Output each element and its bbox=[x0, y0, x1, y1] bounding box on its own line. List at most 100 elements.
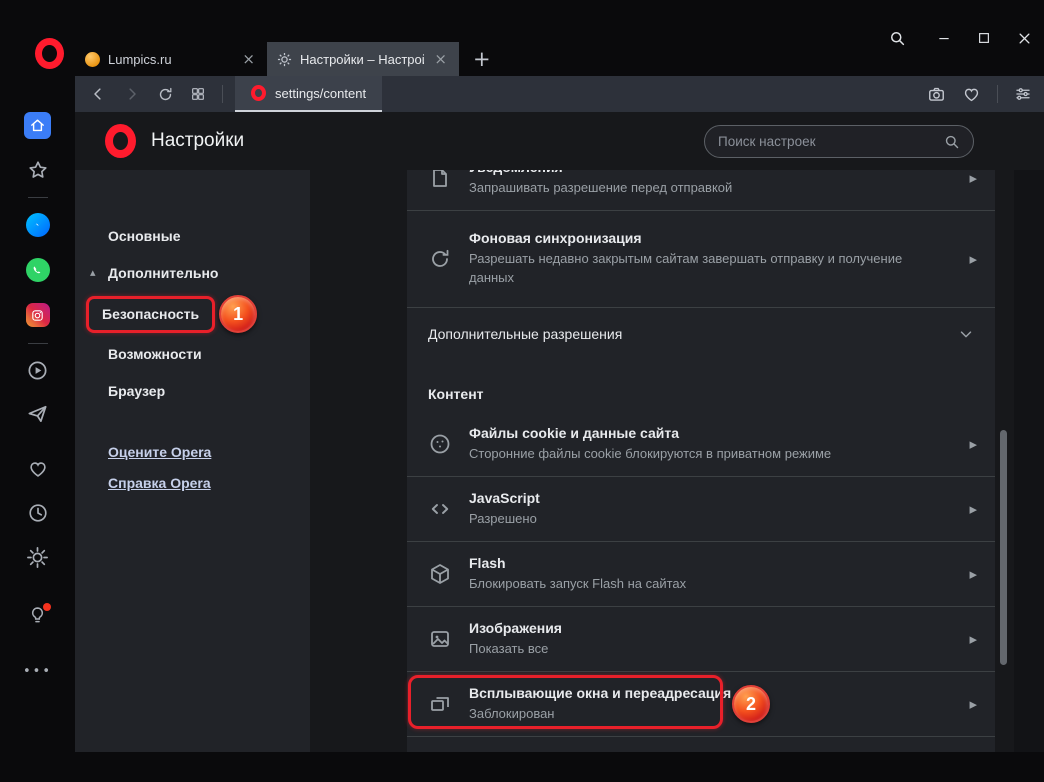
cookie-icon bbox=[428, 432, 452, 456]
lumpics-favicon-icon bbox=[85, 51, 100, 67]
nav-item-label: Возможности bbox=[108, 346, 202, 362]
nav-item-label: Браузер bbox=[108, 383, 166, 399]
row-advanced-permissions[interactable]: Дополнительные разрешения bbox=[407, 308, 995, 360]
tab-label: Настройки – Настройки са bbox=[300, 51, 424, 67]
star-icon bbox=[28, 161, 47, 178]
settings-row-background-sync[interactable]: Фоновая синхронизация Разрешать недавно … bbox=[407, 211, 995, 308]
settings-search[interactable] bbox=[704, 124, 974, 158]
sidebar-item-player[interactable] bbox=[26, 359, 49, 382]
row-title: JavaScript bbox=[469, 489, 540, 506]
clock-icon bbox=[28, 504, 47, 522]
row-subtitle: Блокировать запуск Flash на сайтах bbox=[469, 575, 687, 591]
row-title: Всплывающие окна и переадресация bbox=[469, 684, 732, 701]
nav-item-advanced[interactable]: ▴ Дополнительно bbox=[75, 255, 310, 292]
messenger-icon bbox=[33, 221, 42, 227]
nav-item-browser[interactable]: Браузер bbox=[75, 373, 310, 410]
close-button[interactable] bbox=[1004, 31, 1044, 46]
link-help-opera[interactable]: Справка Opera bbox=[108, 475, 310, 491]
url-chip[interactable]: settings/content bbox=[235, 76, 383, 112]
tab-close-icon[interactable]: × bbox=[240, 50, 257, 68]
chevron-right-icon: ▸ bbox=[969, 630, 977, 648]
row-subtitle: Показать все bbox=[469, 640, 549, 656]
opera-logo-icon bbox=[105, 124, 136, 158]
sidebar-item-history[interactable] bbox=[27, 502, 49, 524]
popup-windows-icon bbox=[428, 692, 452, 716]
row-title: Flash bbox=[469, 554, 506, 571]
settings-row-popups[interactable]: Всплывающие окна и переадресация Заблоки… bbox=[407, 672, 995, 737]
row-title: Изображения bbox=[469, 619, 562, 636]
tab-lumpics[interactable]: Lumpics.ru × bbox=[75, 42, 267, 76]
caret-up-icon: ▴ bbox=[90, 266, 96, 279]
page-title: Настройки bbox=[151, 130, 245, 151]
window-bottom-frame bbox=[75, 752, 1044, 782]
sidebar-item-messenger[interactable] bbox=[25, 213, 50, 237]
settings-row-javascript[interactable]: JavaScript Разрешено ▸ bbox=[407, 477, 995, 542]
annotation-box-security: Безопасность bbox=[86, 295, 216, 333]
back-button[interactable] bbox=[89, 85, 107, 103]
sidebar-item-flow[interactable] bbox=[26, 402, 49, 425]
tune-icon bbox=[1016, 88, 1030, 100]
nav-item-features[interactable]: Возможности bbox=[75, 336, 310, 373]
sidebar-divider bbox=[27, 197, 48, 198]
heart-icon bbox=[29, 462, 46, 477]
code-icon bbox=[428, 497, 452, 521]
row-subtitle: Заблокирован bbox=[469, 705, 555, 721]
sidebar-item-home[interactable] bbox=[24, 112, 51, 139]
nav-item-security[interactable]: Безопасность bbox=[102, 306, 199, 322]
whatsapp-icon bbox=[33, 265, 41, 273]
sidebar: ••• bbox=[0, 76, 75, 782]
notification-dot bbox=[43, 603, 51, 611]
snapshot-button[interactable] bbox=[927, 85, 946, 104]
minimize-button[interactable] bbox=[924, 31, 964, 45]
settings-nav: Основные ▴ Дополнительно Безопасность 1 … bbox=[75, 170, 310, 752]
maximize-button[interactable] bbox=[964, 31, 1004, 45]
chevron-right-icon: ▸ bbox=[969, 435, 977, 453]
nav-item-label: Основные bbox=[108, 228, 181, 244]
easy-setup-button[interactable] bbox=[1014, 85, 1032, 103]
forward-button[interactable] bbox=[123, 85, 141, 103]
opera-favicon-icon bbox=[251, 85, 266, 101]
sidebar-item-whatsapp[interactable] bbox=[25, 258, 50, 282]
nav-item-general[interactable]: Основные bbox=[75, 218, 310, 255]
new-tab-button[interactable]: + bbox=[473, 47, 491, 71]
image-icon bbox=[428, 627, 452, 651]
opera-logo-icon bbox=[35, 38, 64, 69]
settings-rows: Уведомления Запрашивать разрешение перед… bbox=[407, 170, 995, 752]
address-bar: settings/content bbox=[75, 76, 1044, 112]
tab-close-icon[interactable]: × bbox=[432, 50, 449, 68]
settings-row-cookies[interactable]: Файлы cookie и данные сайта Сторонние фа… bbox=[407, 412, 995, 477]
reload-button[interactable] bbox=[157, 86, 174, 103]
settings-row-flash[interactable]: Flash Блокировать запуск Flash на сайтах… bbox=[407, 542, 995, 607]
sidebar-item-tips[interactable] bbox=[27, 603, 51, 626]
sidebar-item-bookmarks[interactable] bbox=[27, 159, 49, 181]
notification-icon bbox=[428, 170, 452, 190]
chevron-right-icon: ▸ bbox=[969, 250, 977, 268]
chevron-right-icon: ▸ bbox=[969, 695, 977, 713]
row-title: Фоновая синхронизация bbox=[469, 230, 642, 247]
tab-settings[interactable]: Настройки – Настройки са × bbox=[267, 42, 459, 76]
sidebar-item-more[interactable]: ••• bbox=[23, 664, 52, 679]
settings-header: Настройки bbox=[75, 112, 1044, 170]
row-title: Файлы cookie и данные сайта bbox=[469, 424, 680, 441]
nav-item-label: Дополнительно bbox=[108, 265, 219, 281]
toolbar-divider bbox=[997, 85, 998, 103]
chevron-right-icon: ▸ bbox=[969, 170, 977, 187]
link-rate-opera[interactable]: Оцените Opera bbox=[108, 444, 310, 460]
sidebar-item-favorites[interactable] bbox=[27, 458, 49, 480]
tab-bar: Lumpics.ru × Настройки – Настройки са × … bbox=[0, 0, 1044, 76]
search-tabs-icon[interactable] bbox=[888, 29, 906, 47]
row-subtitle: Разрешать недавно закрытым сайтам заверш… bbox=[469, 251, 903, 285]
speed-dial-button[interactable] bbox=[190, 86, 206, 102]
url-text[interactable]: settings/content bbox=[275, 86, 366, 101]
bookmark-page-button[interactable] bbox=[962, 85, 981, 104]
annotation-badge-1: 1 bbox=[219, 295, 258, 333]
settings-content: Основные ▴ Дополнительно Безопасность 1 … bbox=[75, 170, 1044, 752]
scrollbar-thumb[interactable] bbox=[1000, 430, 1007, 665]
gear-icon bbox=[27, 547, 48, 568]
sidebar-item-settings[interactable] bbox=[26, 546, 49, 569]
sidebar-item-instagram[interactable] bbox=[25, 303, 50, 327]
settings-row-images[interactable]: Изображения Показать все ▸ bbox=[407, 607, 995, 672]
home-icon bbox=[31, 119, 44, 132]
settings-search-input[interactable] bbox=[718, 133, 943, 149]
settings-row-notifications[interactable]: Уведомления Запрашивать разрешение перед… bbox=[407, 170, 995, 211]
